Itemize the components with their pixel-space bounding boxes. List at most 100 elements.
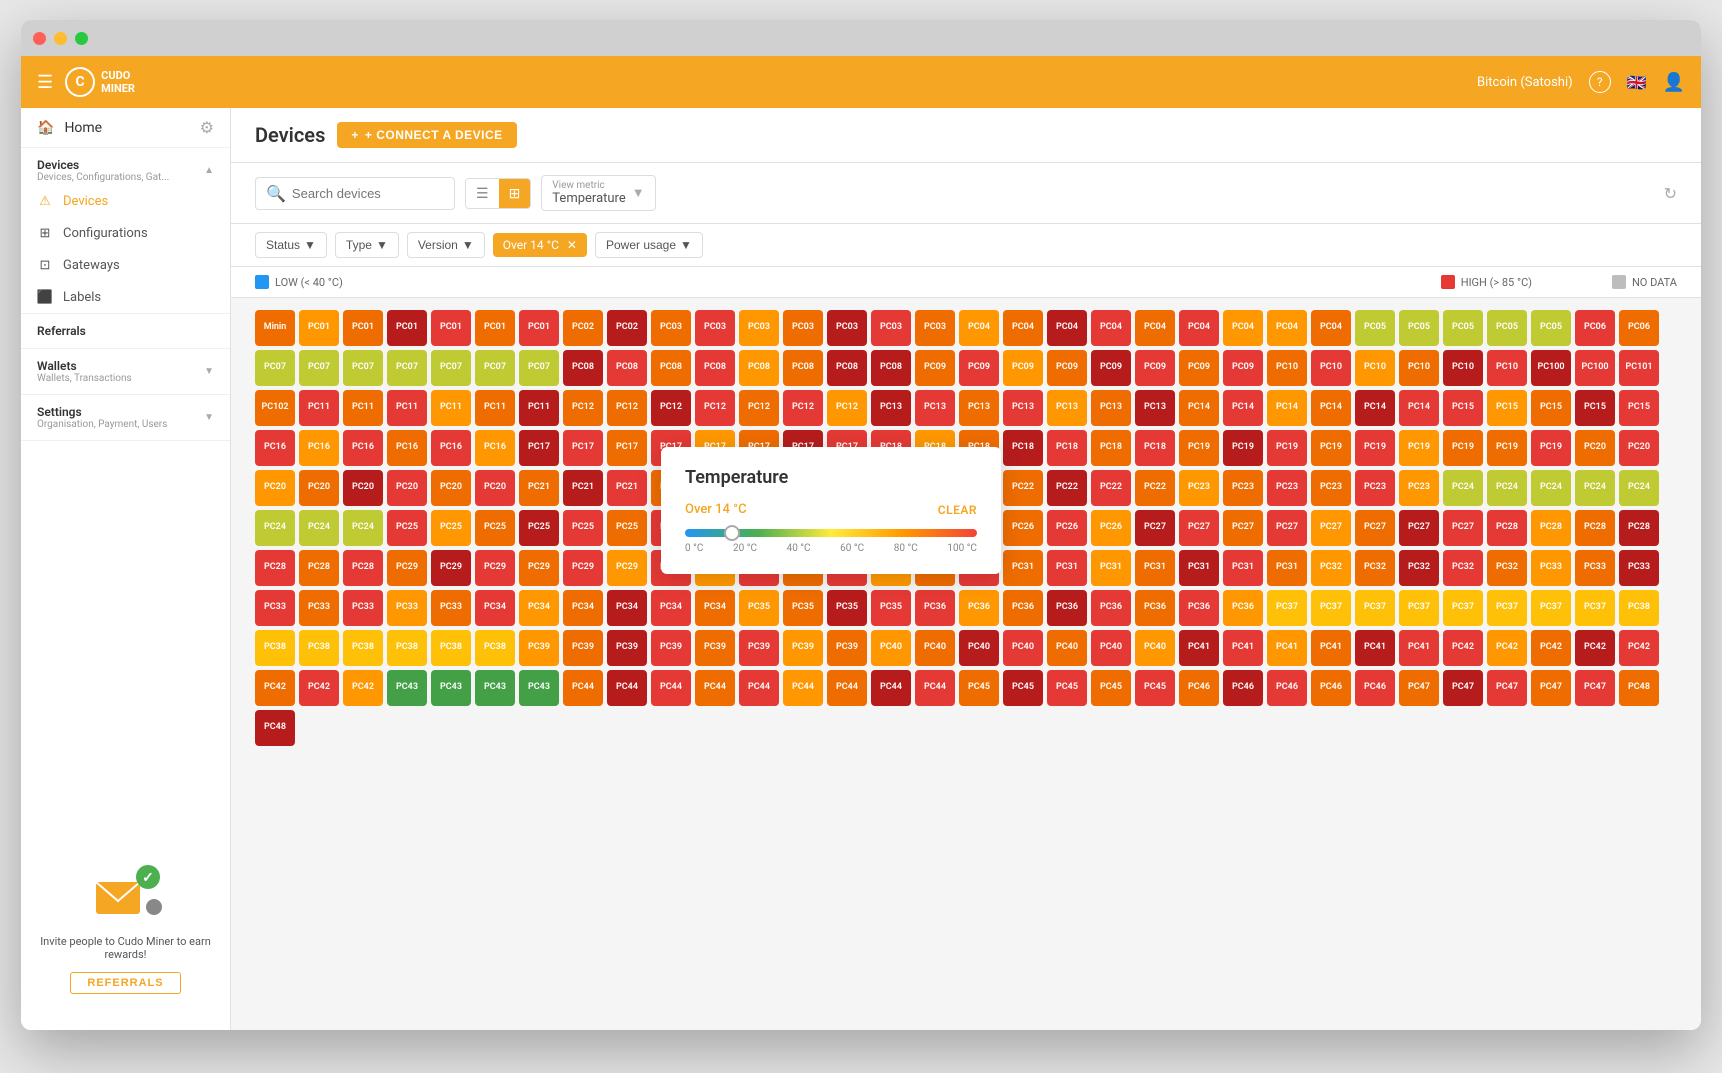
device-tile[interactable]: PC06 (1575, 310, 1615, 346)
minimize-btn[interactable] (54, 32, 67, 45)
device-tile[interactable]: PC36 (1223, 590, 1263, 626)
device-tile[interactable]: PC42 (1575, 630, 1615, 666)
device-tile[interactable]: PC39 (651, 630, 691, 666)
device-tile[interactable]: PC16 (387, 430, 427, 466)
device-tile[interactable]: PC01 (343, 310, 383, 346)
device-tile[interactable]: PC15 (1487, 390, 1527, 426)
device-tile[interactable]: PC44 (783, 670, 823, 706)
device-tile[interactable]: PC18 (1047, 430, 1087, 466)
device-tile[interactable]: PC34 (607, 590, 647, 626)
device-tile[interactable]: PC31 (1091, 550, 1131, 586)
sidebar-item-labels[interactable]: ⬛ Labels (21, 281, 230, 313)
device-tile[interactable]: PC27 (1223, 510, 1263, 546)
device-tile[interactable]: PC19 (1179, 430, 1219, 466)
device-tile[interactable]: PC14 (1355, 390, 1395, 426)
device-tile[interactable]: PC42 (343, 670, 383, 706)
device-tile[interactable]: PC07 (299, 350, 339, 386)
device-tile[interactable]: PC17 (563, 430, 603, 466)
device-tile[interactable]: PC32 (1443, 550, 1483, 586)
device-tile[interactable]: PC38 (343, 630, 383, 666)
device-tile[interactable]: PC24 (1443, 470, 1483, 506)
device-tile[interactable]: PC09 (1179, 350, 1219, 386)
device-tile[interactable]: PC28 (1487, 510, 1527, 546)
device-tile[interactable]: PC11 (519, 390, 559, 426)
device-tile[interactable]: PC14 (1311, 390, 1351, 426)
device-tile[interactable]: PC05 (1487, 310, 1527, 346)
device-tile[interactable]: PC03 (783, 310, 823, 346)
version-filter-button[interactable]: Version ▼ (407, 232, 485, 258)
device-tile[interactable]: PC23 (1223, 470, 1263, 506)
device-tile[interactable]: PC45 (1135, 670, 1175, 706)
device-tile[interactable]: PC13 (1003, 390, 1043, 426)
device-tile[interactable]: PC12 (607, 390, 647, 426)
device-tile[interactable]: PC20 (255, 470, 295, 506)
device-tile[interactable]: PC42 (1487, 630, 1527, 666)
device-tile[interactable]: PC16 (299, 430, 339, 466)
device-tile[interactable]: PC36 (1047, 590, 1087, 626)
device-tile[interactable]: PC10 (1355, 350, 1395, 386)
device-tile[interactable]: PC18 (1003, 430, 1043, 466)
device-tile[interactable]: PC01 (519, 310, 559, 346)
device-tile[interactable]: PC28 (343, 550, 383, 586)
device-tile[interactable]: PC28 (1619, 510, 1659, 546)
device-tile[interactable]: PC44 (739, 670, 779, 706)
sidebar-wallets-header[interactable]: Wallets Wallets, Transactions ▼ (21, 349, 230, 394)
device-tile[interactable]: PC22 (1047, 470, 1087, 506)
device-tile[interactable]: PC23 (1399, 470, 1439, 506)
device-tile[interactable]: PC05 (1531, 310, 1571, 346)
device-tile[interactable]: PC37 (1443, 590, 1483, 626)
device-tile[interactable]: PC27 (1267, 510, 1307, 546)
device-tile[interactable]: PC08 (607, 350, 647, 386)
device-tile[interactable]: PC22 (1003, 470, 1043, 506)
device-tile[interactable]: PC38 (431, 630, 471, 666)
device-tile[interactable]: PC34 (695, 590, 735, 626)
device-tile[interactable]: PC03 (739, 310, 779, 346)
device-tile[interactable]: PC41 (1267, 630, 1307, 666)
device-tile[interactable]: PC07 (431, 350, 471, 386)
device-tile[interactable]: PC37 (1487, 590, 1527, 626)
close-btn[interactable] (33, 32, 46, 45)
device-tile[interactable]: PC09 (1223, 350, 1263, 386)
device-tile[interactable]: PC08 (651, 350, 691, 386)
device-tile[interactable]: PC15 (1443, 390, 1483, 426)
temp-slider-track[interactable] (685, 529, 977, 537)
device-tile[interactable]: PC13 (959, 390, 999, 426)
device-tile[interactable]: PC35 (783, 590, 823, 626)
active-temperature-filter[interactable]: Over 14 °C ✕ (493, 233, 587, 257)
device-tile[interactable]: PC20 (1619, 430, 1659, 466)
device-tile[interactable]: PC03 (871, 310, 911, 346)
device-tile[interactable]: PC27 (1443, 510, 1483, 546)
device-tile[interactable]: PC42 (255, 670, 295, 706)
device-tile[interactable]: PC19 (1267, 430, 1307, 466)
device-tile[interactable]: PC16 (343, 430, 383, 466)
device-tile[interactable]: PC100 (1531, 350, 1571, 386)
device-tile[interactable]: PC48 (255, 710, 295, 746)
device-tile[interactable]: PC24 (343, 510, 383, 546)
device-tile[interactable]: PC33 (387, 590, 427, 626)
device-tile[interactable]: PC23 (1267, 470, 1307, 506)
device-tile[interactable]: PC40 (1047, 630, 1087, 666)
device-tile[interactable]: PC27 (1135, 510, 1175, 546)
device-tile[interactable]: PC33 (1619, 550, 1659, 586)
device-tile[interactable]: PC02 (607, 310, 647, 346)
device-tile[interactable]: PC35 (871, 590, 911, 626)
device-tile[interactable]: PC33 (1531, 550, 1571, 586)
device-tile[interactable]: PC07 (519, 350, 559, 386)
device-tile[interactable]: PC24 (299, 510, 339, 546)
device-tile[interactable]: PC08 (695, 350, 735, 386)
device-tile[interactable]: PC38 (475, 630, 515, 666)
device-tile[interactable]: PC09 (1047, 350, 1087, 386)
device-tile[interactable]: PC08 (739, 350, 779, 386)
device-tile[interactable]: PC38 (1619, 590, 1659, 626)
search-input[interactable] (292, 186, 444, 201)
device-tile[interactable]: PC40 (871, 630, 911, 666)
sidebar-devices-header[interactable]: Devices Devices, Configurations, Gat... … (21, 148, 230, 185)
device-tile[interactable]: PC45 (1091, 670, 1131, 706)
device-tile[interactable]: PC45 (1003, 670, 1043, 706)
device-tile[interactable]: PC09 (1135, 350, 1175, 386)
device-tile[interactable]: PC19 (1311, 430, 1351, 466)
device-tile[interactable]: PC13 (1047, 390, 1087, 426)
device-tile[interactable]: PC36 (1003, 590, 1043, 626)
device-tile[interactable]: PC32 (1355, 550, 1395, 586)
device-tile[interactable]: PC36 (959, 590, 999, 626)
